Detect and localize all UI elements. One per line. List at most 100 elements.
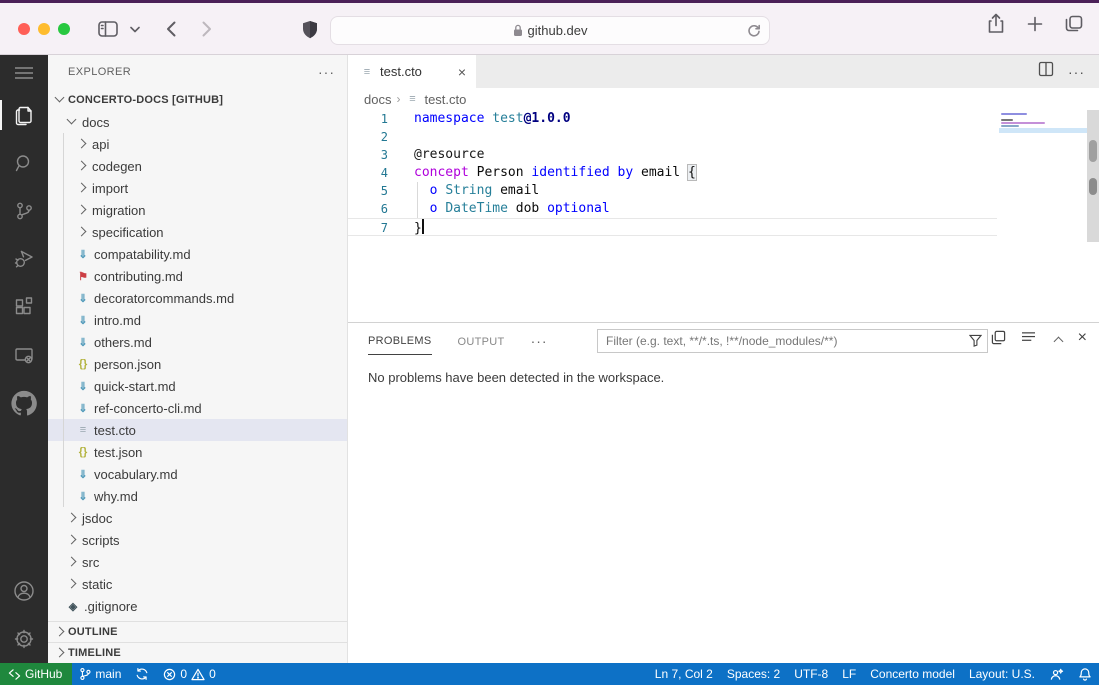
- sidebar-chevron-down-icon[interactable]: [124, 26, 146, 33]
- tree-item-why-md[interactable]: ⇓ why.md: [48, 485, 347, 507]
- minimap[interactable]: [999, 112, 1087, 222]
- activity-bar-bottom: [0, 567, 48, 663]
- tree-item-docs[interactable]: docs: [48, 111, 347, 133]
- extensions-icon[interactable]: [0, 283, 48, 331]
- tree-item-quick-start-md[interactable]: ⇓ quick-start.md: [48, 375, 347, 397]
- editor-tab-bar: ≡ test.cto × ···: [348, 55, 1099, 88]
- tree-item-scripts[interactable]: scripts: [48, 529, 347, 551]
- maximize-panel-icon[interactable]: [1051, 332, 1063, 344]
- markdown-icon: ⇓: [78, 314, 88, 327]
- tree-item-src[interactable]: src: [48, 551, 347, 573]
- branch-indicator[interactable]: main: [72, 663, 128, 685]
- outline-section[interactable]: OUTLINE: [48, 621, 347, 642]
- line-number: 2: [380, 130, 388, 144]
- breadcrumb-file[interactable]: test.cto: [424, 92, 466, 107]
- tree-item-test-cto[interactable]: ≡ test.cto: [48, 419, 347, 441]
- split-editor-icon[interactable]: [1038, 61, 1054, 82]
- workspace-root-item[interactable]: CONCERTO-DOCS [GITHUB]: [48, 89, 347, 111]
- minimize-window-button[interactable]: [38, 23, 50, 35]
- close-panel-icon[interactable]: ×: [1078, 329, 1087, 345]
- tree-item-label: others.md: [94, 334, 152, 350]
- explorer-icon[interactable]: [0, 91, 48, 139]
- new-tab-icon[interactable]: [1021, 13, 1049, 34]
- code-line-1[interactable]: 1 namespace test@1.0.0: [348, 110, 1099, 128]
- account-icon[interactable]: [0, 567, 48, 615]
- code-line-5[interactable]: 5 o String email: [348, 182, 1099, 200]
- indent-guide: [63, 375, 64, 397]
- tab-output[interactable]: OUTPUT: [458, 327, 505, 355]
- tree-item-static[interactable]: static: [48, 573, 347, 595]
- tree-item-api[interactable]: api: [48, 133, 347, 155]
- tree-item-specification[interactable]: specification: [48, 221, 347, 243]
- tree-item-intro-md[interactable]: ⇓ intro.md: [48, 309, 347, 331]
- chevron-right-icon: [74, 136, 90, 152]
- forward-button[interactable]: [196, 21, 218, 37]
- code-line-4[interactable]: 4 concept Person identified by email {: [348, 164, 1099, 182]
- code-line-6[interactable]: 6 o DateTime dob optional: [348, 200, 1099, 218]
- tree-item-jsdoc[interactable]: jsdoc: [48, 507, 347, 529]
- group-by-icon[interactable]: [991, 330, 1006, 345]
- filter-input[interactable]: [597, 329, 988, 353]
- scrollbar-thumb[interactable]: [1089, 178, 1097, 195]
- back-button[interactable]: [160, 21, 182, 37]
- error-icon: [164, 668, 176, 680]
- share-icon[interactable]: [981, 13, 1011, 34]
- remote-indicator[interactable]: GitHub: [0, 663, 73, 685]
- breadcrumb-folder[interactable]: docs: [364, 92, 391, 107]
- close-window-button[interactable]: [18, 23, 30, 35]
- problems-indicator[interactable]: 0 0: [156, 663, 222, 685]
- source-control-icon[interactable]: [0, 187, 48, 235]
- encoding[interactable]: UTF-8: [787, 663, 835, 685]
- chevron-right-icon: [74, 202, 90, 218]
- tree-item-codegen[interactable]: codegen: [48, 155, 347, 177]
- editor-scrollbar[interactable]: [1087, 110, 1099, 242]
- file-icon: ≡: [79, 424, 87, 436]
- tree-item-decoratorcommands-md[interactable]: ⇓ decoratorcommands.md: [48, 287, 347, 309]
- editor-more-icon[interactable]: ···: [1068, 64, 1085, 80]
- tree-item-compatability-md[interactable]: ⇓ compatability.md: [48, 243, 347, 265]
- tree-item-ref-concerto-cli-md[interactable]: ⇓ ref-concerto-cli.md: [48, 397, 347, 419]
- reload-icon[interactable]: [747, 23, 761, 41]
- zoom-window-button[interactable]: [58, 23, 70, 35]
- indentation[interactable]: Spaces: 2: [720, 663, 787, 685]
- tab-overview-icon[interactable]: [1059, 13, 1089, 34]
- view-as-list-icon[interactable]: [1021, 331, 1036, 344]
- feedback-icon[interactable]: [1042, 663, 1071, 685]
- tree-item-contributing-md[interactable]: ⚑ contributing.md: [48, 265, 347, 287]
- tree-item-person-json[interactable]: {} person.json: [48, 353, 347, 375]
- menu-icon[interactable]: [0, 55, 48, 91]
- settings-gear-icon[interactable]: [0, 615, 48, 663]
- privacy-shield-icon[interactable]: [296, 20, 324, 39]
- close-tab-icon[interactable]: ×: [458, 64, 466, 80]
- eol-sequence[interactable]: LF: [835, 663, 863, 685]
- notifications-bell-icon[interactable]: [1071, 663, 1099, 685]
- language-mode[interactable]: Concerto model: [863, 663, 962, 685]
- tree-item-label: import: [92, 180, 129, 196]
- tab-problems[interactable]: PROBLEMS: [368, 326, 432, 355]
- cursor-position[interactable]: Ln 7, Col 2: [648, 663, 720, 685]
- breadcrumb[interactable]: docs › ≡ test.cto: [348, 88, 1099, 110]
- sidebar-toggle-icon[interactable]: [92, 21, 124, 37]
- address-bar[interactable]: github.dev: [330, 16, 770, 45]
- tree-item-migration[interactable]: migration: [48, 199, 347, 221]
- sync-button[interactable]: [128, 663, 156, 685]
- search-icon[interactable]: [0, 139, 48, 187]
- code-editor[interactable]: 1 namespace test@1.0.0 2 3 @resource 4 concept…: [348, 110, 1099, 322]
- tree-item-import[interactable]: import: [48, 177, 347, 199]
- timeline-section[interactable]: TIMELINE: [48, 642, 347, 663]
- scrollbar-thumb[interactable]: [1089, 140, 1097, 162]
- run-debug-icon[interactable]: [0, 235, 48, 283]
- tree-item-others-md[interactable]: ⇓ others.md: [48, 331, 347, 353]
- tree-item-gitignore[interactable]: ◈ .gitignore: [48, 595, 347, 617]
- sidebar-more-icon[interactable]: ···: [318, 64, 335, 80]
- code-line-3[interactable]: 3 @resource: [348, 146, 1099, 164]
- github-icon[interactable]: [0, 379, 48, 427]
- keyboard-layout[interactable]: Layout: U.S.: [962, 663, 1042, 685]
- tab-test-cto[interactable]: ≡ test.cto ×: [348, 55, 476, 88]
- code-line-2[interactable]: 2: [348, 128, 1099, 146]
- panel-more-icon[interactable]: ···: [531, 333, 548, 349]
- remote-explorer-icon[interactable]: [0, 331, 48, 379]
- code-line-7[interactable]: 7}: [348, 218, 997, 236]
- tree-item-test-json[interactable]: {} test.json: [48, 441, 347, 463]
- tree-item-vocabulary-md[interactable]: ⇓ vocabulary.md: [48, 463, 347, 485]
